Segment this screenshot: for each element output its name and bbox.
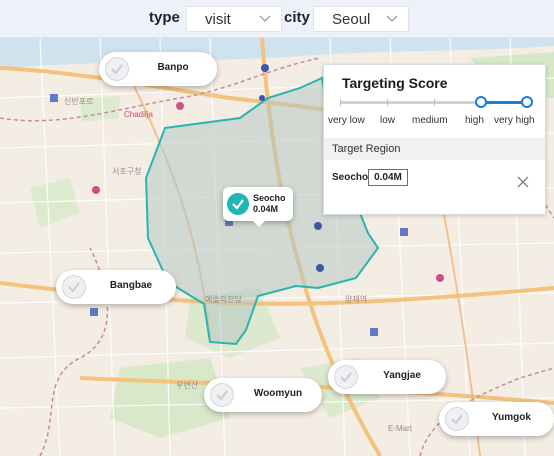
level-label: low (380, 115, 396, 126)
panel-title: Targeting Score (342, 75, 448, 91)
type-select-value: visit (205, 11, 231, 28)
selected-district-marker[interactable]: Seocho 0.04M (223, 187, 293, 227)
district-name: Yumgok (492, 412, 531, 423)
level-label: very high (494, 115, 535, 126)
district-bangbae[interactable]: Bangbae (56, 270, 176, 304)
map-label: 신반포로 (64, 97, 94, 106)
level-label: medium (412, 115, 448, 126)
chevron-down-icon (386, 15, 398, 22)
marker-district-name: Seocho (253, 193, 286, 203)
close-icon[interactable] (516, 175, 530, 189)
checkbox-icon[interactable] (445, 407, 469, 431)
target-region-header: Target Region (324, 138, 545, 160)
slider-tick (387, 99, 388, 106)
target-region-name: Seocho (332, 172, 369, 183)
map-label: E-Mart (388, 424, 412, 433)
district-name: Bangbae (109, 280, 153, 291)
city-select-value: Seoul (332, 11, 371, 28)
slider-handle-high[interactable] (521, 96, 533, 108)
slider-tick (434, 99, 435, 106)
target-region-value: 0.04M (368, 169, 408, 186)
district-name: Banpo (157, 62, 189, 73)
district-yumgok[interactable]: Yumgok (439, 402, 554, 436)
filter-bar: type visit city Seoul (0, 0, 554, 38)
checkbox-icon[interactable] (334, 365, 358, 389)
map-label: 예술의전당 (205, 295, 242, 304)
type-select[interactable]: visit (186, 6, 282, 32)
slider-handle-low[interactable] (475, 96, 487, 108)
chevron-down-icon (259, 15, 271, 22)
checkbox-icon[interactable] (62, 275, 86, 299)
map-label: Chadilja (124, 110, 153, 119)
type-label: type (149, 9, 180, 26)
map-label: 서초구청 (112, 167, 142, 176)
district-banpo[interactable]: Banpo (99, 52, 217, 86)
district-name: Yangjae (383, 370, 421, 381)
checkbox-icon[interactable] (105, 57, 129, 81)
district-woomyun[interactable]: Woomyun (204, 378, 322, 412)
level-label: very low (328, 115, 365, 126)
map-label: 양재역 (345, 295, 368, 304)
targeting-score-panel: Targeting Score very low low medium high… (323, 64, 546, 215)
slider-tick (340, 99, 341, 106)
checkbox-icon[interactable] (210, 383, 234, 407)
district-name: Woomyun (253, 388, 303, 399)
city-select[interactable]: Seoul (313, 6, 409, 32)
city-label: city (284, 9, 310, 26)
level-label: high (465, 115, 484, 126)
check-selected-icon[interactable] (227, 193, 249, 215)
score-range-slider[interactable] (340, 96, 533, 108)
marker-district-value: 0.04M (253, 204, 279, 214)
map-label: 우면산 (176, 381, 199, 390)
district-yangjae[interactable]: Yangjae (328, 360, 446, 394)
